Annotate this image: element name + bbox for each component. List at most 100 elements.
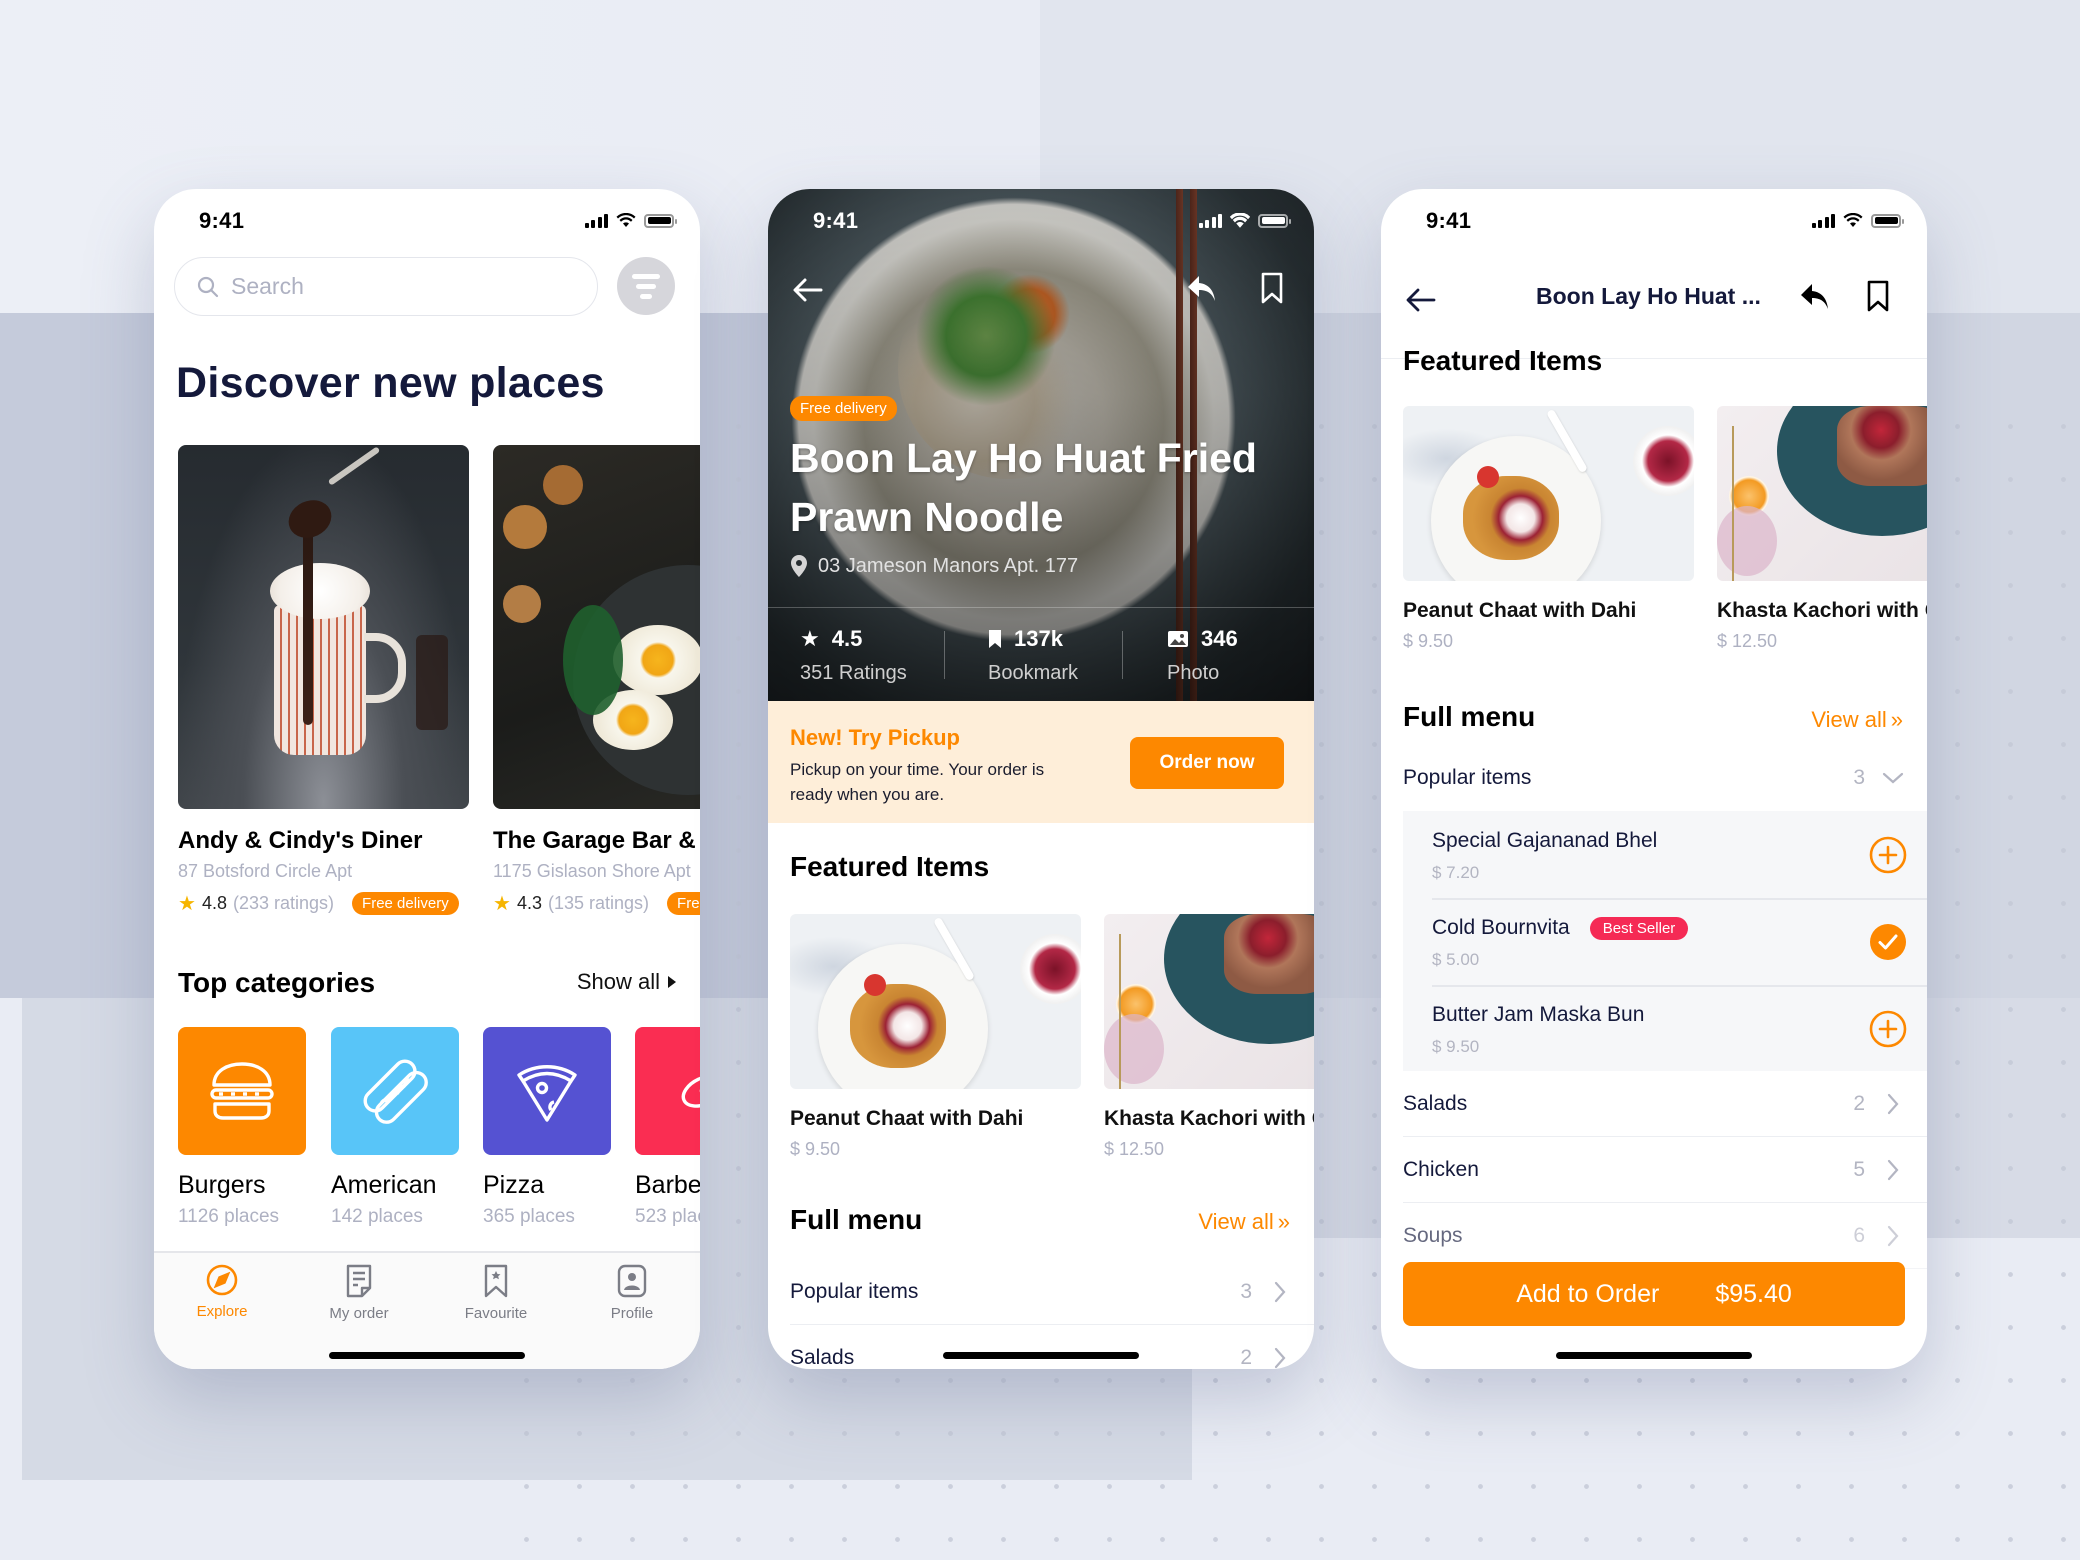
view-all-label: View all xyxy=(1198,1209,1274,1234)
cellular-signal-icon xyxy=(1198,213,1222,228)
place-image xyxy=(493,445,700,809)
battery-icon xyxy=(644,213,677,228)
explore-screen: 9:41 Discover new places Andy & Cindy's … xyxy=(154,189,700,1369)
category-count: 142 places xyxy=(331,1206,423,1227)
popular-items-list: Special Gajananad Bhel $ 7.20 Cold Bourn… xyxy=(1403,811,1927,1071)
add-circle-icon[interactable] xyxy=(1869,836,1907,874)
pickup-description: Pickup on your time. Your order is ready… xyxy=(790,760,1045,804)
cellular-signal-icon xyxy=(584,213,608,228)
featured-item-price: $ 12.50 xyxy=(1104,1139,1165,1159)
stat-value: 137k xyxy=(1014,626,1063,651)
pizza-icon xyxy=(517,1065,577,1122)
place-card[interactable]: Andy & Cindy's Diner 87 Botsford Circle … xyxy=(178,445,469,915)
add-to-order-label: Add to Order xyxy=(1516,1279,1660,1308)
barbecue-icon xyxy=(681,1074,700,1108)
filter-button[interactable] xyxy=(617,257,675,315)
back-arrow-icon[interactable] xyxy=(1405,287,1437,313)
chevron-down-icon xyxy=(1882,772,1904,784)
menu-category-row[interactable]: Salads 2 xyxy=(790,1325,1314,1369)
menu-item[interactable]: Butter Jam Maska Bun $ 9.50 xyxy=(1403,985,1927,1072)
chevron-right-icon xyxy=(1887,1225,1899,1246)
category-american[interactable]: American 142 places xyxy=(331,1027,459,1228)
checkmark-circle-icon[interactable] xyxy=(1869,923,1907,961)
divider xyxy=(1122,631,1123,679)
category-name: Barbecue xyxy=(635,1171,700,1199)
category-pizza[interactable]: Pizza 365 places xyxy=(483,1027,611,1228)
show-all-link[interactable]: Show all xyxy=(577,969,676,995)
view-all-link[interactable]: View all » xyxy=(1198,1209,1290,1235)
featured-item[interactable]: Khasta Kachori with Chutney $ 12.50 xyxy=(1717,406,1927,652)
section-title-full-menu: Full menu xyxy=(790,1204,923,1235)
divider xyxy=(944,631,945,679)
back-arrow-icon[interactable] xyxy=(792,277,824,303)
add-to-order-button[interactable]: Add to Order $95.40 xyxy=(1403,1262,1905,1326)
page-title: Discover new places xyxy=(176,359,605,407)
add-circle-icon[interactable] xyxy=(1869,1010,1907,1048)
menu-item-name: Butter Jam Maska Bun xyxy=(1432,1003,1645,1026)
search-input[interactable] xyxy=(231,273,551,300)
menu-category-label: Soups xyxy=(1403,1223,1463,1247)
section-title-top-categories: Top categories xyxy=(178,967,376,998)
bookmark-icon xyxy=(989,630,1001,648)
restaurant-hero: 9:41 Free delivery Boon Lay Ho Huat Frie… xyxy=(768,189,1314,701)
bookmark-icon[interactable] xyxy=(1260,271,1284,305)
show-all-label: Show all xyxy=(576,969,660,994)
free-delivery-badge: Free delivery xyxy=(667,892,700,915)
best-seller-badge: Best Seller xyxy=(1589,916,1689,940)
menu-category-row[interactable]: Salads 2 xyxy=(1403,1071,1927,1137)
play-arrow-icon xyxy=(668,976,676,988)
restaurant-name: Boon Lay Ho Huat Fried Prawn Noodle xyxy=(790,435,1257,540)
menu-category-label: Popular items xyxy=(1403,766,1532,789)
menu-item-price: $ 9.50 xyxy=(1432,1037,1480,1056)
wifi-icon xyxy=(1843,213,1863,227)
nav-title: Boon Lay Ho Huat ... xyxy=(1536,283,1761,309)
tab-my-order[interactable]: My order xyxy=(299,1263,419,1322)
tab-explore[interactable]: Explore xyxy=(162,1263,282,1320)
menu-category-count: 5 xyxy=(1853,1157,1865,1181)
place-ratings-count: (233 ratings) xyxy=(232,893,335,913)
featured-item[interactable]: Khasta Kachori with Chutney $ 12.50 xyxy=(1104,914,1314,1160)
stat-label: Bookmark xyxy=(988,662,1079,684)
menu-screen: 9:41 Boon Lay Ho Huat ... Featured Items… xyxy=(1381,189,1927,1369)
share-icon[interactable] xyxy=(1799,281,1831,313)
search-bar[interactable] xyxy=(174,257,598,316)
home-indicator xyxy=(329,1352,525,1359)
category-name: Pizza xyxy=(483,1171,545,1199)
place-card[interactable]: The Garage Bar & Grill 1175 Gislason Sho… xyxy=(493,445,700,915)
menu-item[interactable]: Special Gajananad Bhel $ 7.20 xyxy=(1403,811,1927,898)
place-ratings-count: (135 ratings) xyxy=(547,893,650,913)
featured-item[interactable]: Peanut Chaat with Dahi $ 9.50 xyxy=(790,914,1081,1160)
order-total: $95.40 xyxy=(1715,1279,1792,1308)
featured-item-image xyxy=(1403,406,1694,581)
location-pin-icon xyxy=(791,555,807,577)
battery-icon xyxy=(1258,213,1291,228)
menu-category-row[interactable]: Chicken 5 xyxy=(1403,1137,1927,1203)
chevron-right-icon xyxy=(1274,1347,1286,1369)
featured-item-price: $ 12.50 xyxy=(1717,631,1778,651)
place-image xyxy=(178,445,469,809)
tab-favourite[interactable]: Favourite xyxy=(436,1263,556,1322)
category-barbecue[interactable]: Barbecue 523 places xyxy=(635,1027,700,1228)
order-now-button[interactable]: Order now xyxy=(1130,737,1284,789)
menu-category-row-expanded[interactable]: Popular items 3 xyxy=(1403,745,1927,811)
view-all-link[interactable]: View all » xyxy=(1811,707,1903,733)
featured-item-name: Khasta Kachori with Chutney xyxy=(1104,1107,1314,1130)
tab-profile[interactable]: Profile xyxy=(572,1263,692,1322)
menu-category-label: Salads xyxy=(1403,1091,1468,1115)
category-burgers[interactable]: Burgers 1126 places xyxy=(178,1027,306,1228)
share-icon[interactable] xyxy=(1186,273,1218,305)
stat-label: Photo xyxy=(1167,662,1220,684)
bookmark-icon[interactable] xyxy=(1866,279,1890,313)
category-name: Burgers xyxy=(178,1171,266,1199)
menu-item[interactable]: Cold Bournvita Best Seller $ 5.00 xyxy=(1403,898,1927,985)
tab-label: My order xyxy=(329,1305,389,1322)
featured-item-image xyxy=(1717,406,1927,581)
menu-category-count: 2 xyxy=(1853,1091,1865,1115)
tab-label: Profile xyxy=(610,1305,654,1322)
free-delivery-badge: Free delivery xyxy=(790,396,897,421)
menu-category-row[interactable]: Popular items 3 xyxy=(790,1259,1314,1325)
featured-item[interactable]: Peanut Chaat with Dahi $ 9.50 xyxy=(1403,406,1694,652)
stat-ratings: ★ 4.5 351 Ratings xyxy=(800,626,907,685)
status-bar: 9:41 xyxy=(768,189,1314,259)
menu-category-row[interactable]: Soups 6 xyxy=(1403,1203,1927,1269)
